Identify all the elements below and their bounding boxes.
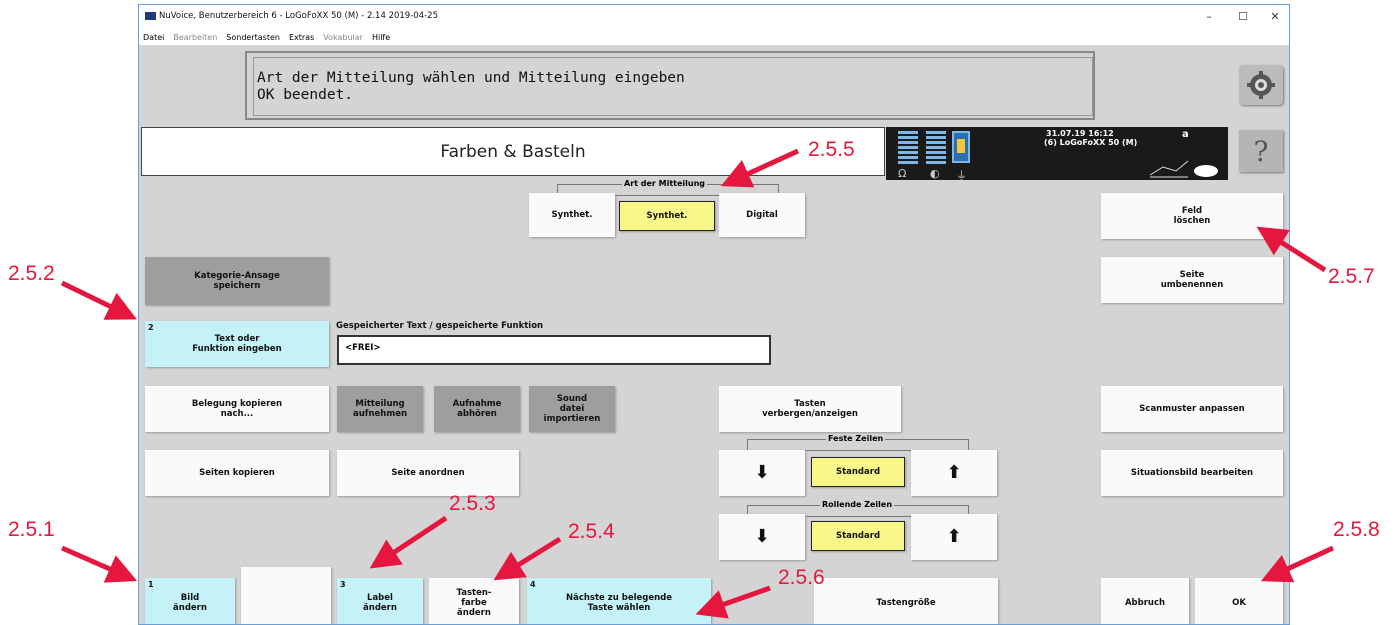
kategorie-ansage-button[interactable]: Kategorie-Ansage speichern — [145, 257, 329, 305]
text-oder-funktion-button[interactable]: 2 Text oder Funktion eingeben — [145, 321, 329, 367]
arrow-2-5-2 — [60, 280, 137, 320]
tasten-verbergen-button[interactable]: Tasten verbergen/anzeigen — [719, 386, 901, 432]
label-aendern-button[interactable]: 3 Label ändern — [337, 578, 423, 624]
settings-button[interactable] — [1239, 65, 1283, 105]
feste-zeilen-down-button[interactable]: ⬇ — [719, 450, 805, 496]
annotation-2-5-8: 2.5.8 — [1333, 518, 1380, 541]
art-der-mitteilung-label: Art der Mitteilung — [622, 179, 708, 189]
rollende-zeilen-standard-button[interactable]: Standard — [811, 521, 905, 551]
situationsbild-button[interactable]: Situationsbild bearbeiten — [1101, 450, 1283, 496]
gear-icon — [1247, 71, 1275, 99]
plug-icon: ⏚ — [956, 169, 967, 182]
tastengroesse-button[interactable]: Tastengröße — [814, 578, 998, 624]
chart-icon — [1149, 160, 1218, 178]
seite-umbenennen-button[interactable]: Seite umbenennen — [1101, 257, 1283, 303]
label-aendern-label: Label ändern — [363, 593, 397, 613]
annotation-2-5-1: 2.5.1 — [8, 518, 55, 541]
feste-zeilen-standard-button[interactable]: Standard — [811, 457, 905, 487]
gespeicherter-text-field[interactable]: <FREI> — [337, 335, 771, 365]
button-number: 4 — [530, 580, 536, 589]
maximize-button[interactable]: ☐ — [1233, 8, 1253, 26]
menu-datei[interactable]: Datei — [143, 33, 164, 42]
app-window: NuVoice, Benutzerbereich 6 - LoGoFoXX 50… — [138, 4, 1290, 625]
naechste-taste-label: Nächste zu belegende Taste wählen — [565, 593, 673, 613]
synthet-option-1[interactable]: Synthet. — [529, 193, 615, 237]
headphone-icon: Ω — [898, 167, 907, 180]
seiten-kopieren-button[interactable]: Seiten kopieren — [145, 450, 329, 496]
feste-zeilen-up-button[interactable]: ⬆ — [911, 450, 997, 496]
volume-meter-icon-2 — [926, 131, 946, 165]
app-icon — [145, 12, 156, 20]
help-button[interactable]: ? — [1239, 130, 1283, 172]
feld-loeschen-button[interactable]: Feld löschen — [1101, 193, 1283, 239]
status-panel: Ω ◐ ⏚ 31.07.19 16:12 (6) LoGoFoXX 50 (M)… — [886, 127, 1228, 182]
speaker-icon: ◐ — [930, 167, 940, 180]
annotation-2-5-4: 2.5.4 — [568, 520, 615, 543]
tastenfarbe-button[interactable]: Tasten- farbe ändern — [429, 578, 519, 624]
message-line-1: Art der Mitteilung wählen und Mitteilung… — [257, 70, 685, 86]
abbruch-button[interactable]: Abbruch — [1101, 578, 1189, 624]
rollende-zeilen-down-button[interactable]: ⬇ — [719, 514, 805, 560]
rollende-zeilen-label: Rollende Zeilen — [820, 500, 895, 510]
button-number: 3 — [340, 580, 346, 589]
page-title: Farben & Basteln — [141, 127, 885, 176]
synthet-option-2[interactable]: Synthet. — [619, 201, 715, 231]
menu-bar: Datei Bearbeiten Sondertasten Extras Vokabul… — [139, 31, 1289, 45]
annotation-2-5-3: 2.5.3 — [449, 492, 496, 515]
status-datetime: 31.07.19 16:12 — [1046, 129, 1114, 138]
message-box: Art der Mitteilung wählen und Mitteilung… — [245, 51, 1095, 120]
aufnahme-abhoeren-button[interactable]: Aufnahme abhören — [434, 386, 520, 432]
bild-aendern-label: Bild ändern — [173, 593, 207, 613]
volume-meter-icon — [898, 131, 918, 165]
ok-button[interactable]: OK — [1195, 578, 1283, 624]
status-letter: a — [1182, 129, 1189, 140]
button-number: 1 — [148, 580, 154, 589]
belegung-kopieren-button[interactable]: Belegung kopieren nach... — [145, 386, 329, 432]
rollende-zeilen-up-button[interactable]: ⬆ — [911, 514, 997, 560]
seite-anordnen-button[interactable]: Seite anordnen — [337, 450, 519, 496]
annotation-2-5-6: 2.5.6 — [778, 566, 825, 589]
window-title: NuVoice, Benutzerbereich 6 - LoGoFoXX 50… — [159, 11, 438, 21]
text-oder-funktion-label: Text oder Funktion eingeben — [192, 334, 282, 354]
menu-sondertasten[interactable]: Sondertasten — [226, 33, 280, 42]
menu-extras[interactable]: Extras — [289, 33, 314, 42]
menu-hilfe[interactable]: Hilfe — [372, 33, 390, 42]
status-device: (6) LoGoFoXX 50 (M) — [1044, 138, 1138, 147]
menu-bearbeiten[interactable]: Bearbeiten — [173, 33, 217, 42]
message-line-2: OK beendet. — [257, 87, 354, 103]
minimize-button[interactable]: – — [1199, 8, 1219, 26]
annotation-2-5-7: 2.5.7 — [1328, 265, 1375, 288]
bild-aendern-button[interactable]: 1 Bild ändern — [145, 578, 235, 624]
menu-vokabular[interactable]: Vokabular — [323, 33, 363, 42]
feste-zeilen-label: Feste Zeilen — [826, 434, 886, 444]
digital-option[interactable]: Digital — [719, 193, 805, 237]
image-preview-button[interactable] — [241, 567, 331, 624]
mitteilung-aufnehmen-button[interactable]: Mitteilung aufnehmen — [337, 386, 423, 432]
gespeicherter-text-label: Gespeicherter Text / gespeicherte Funkti… — [336, 321, 544, 331]
battery-icon — [952, 131, 970, 163]
annotation-2-5-2: 2.5.2 — [8, 262, 55, 285]
arrow-2-5-1 — [60, 545, 138, 583]
naechste-taste-button[interactable]: 4 Nächste zu belegende Taste wählen — [527, 578, 711, 624]
scanmuster-button[interactable]: Scanmuster anpassen — [1101, 386, 1283, 432]
annotation-2-5-5: 2.5.5 — [808, 138, 855, 161]
button-number: 2 — [148, 323, 154, 332]
close-button[interactable]: ✕ — [1265, 8, 1285, 26]
title-bar: NuVoice, Benutzerbereich 6 - LoGoFoXX 50… — [139, 5, 1289, 31]
sound-datei-button[interactable]: Sound datei importieren — [529, 386, 615, 432]
